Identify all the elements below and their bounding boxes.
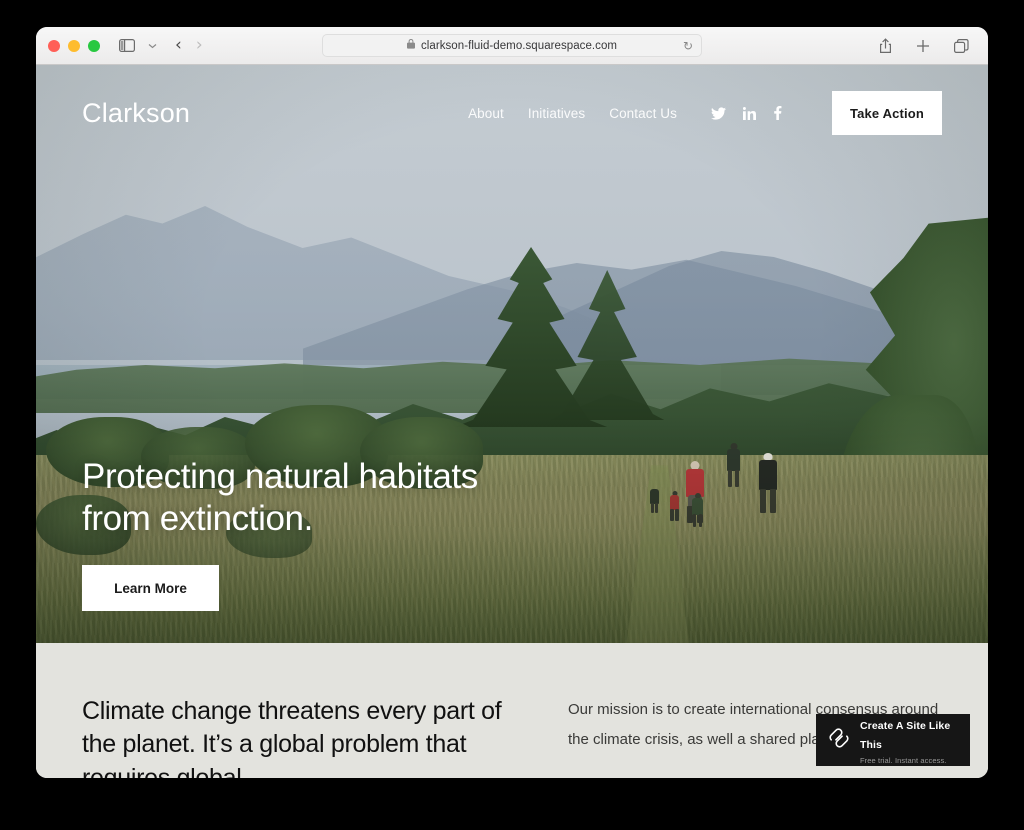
hiker-mid-dark (726, 443, 741, 487)
sidebar-controls (116, 35, 163, 57)
take-action-button[interactable]: Take Action (832, 91, 942, 135)
share-icon[interactable] (874, 35, 896, 57)
browser-window: ‹ › clarkson-fluid-demo.squarespace.com … (36, 27, 988, 778)
site-header: Clarkson About Initiatives Contact Us Ta… (36, 65, 988, 161)
hiker-jacket (670, 495, 679, 510)
page-content: Clarkson About Initiatives Contact Us Ta… (36, 65, 988, 778)
hiker-far-red (669, 491, 680, 521)
nav-item-initiatives[interactable]: Initiatives (528, 106, 585, 121)
hiker-legs (691, 514, 704, 527)
squarespace-banner-subtitle: Free trial. Instant access. (860, 756, 947, 766)
reload-icon[interactable]: ↻ (683, 39, 693, 53)
sidebar-icon[interactable] (116, 35, 138, 57)
hiker-far-green (691, 493, 704, 527)
nav-item-about[interactable]: About (468, 106, 504, 121)
lock-icon (406, 39, 415, 52)
minimize-button[interactable] (68, 39, 80, 52)
url-text: clarkson-fluid-demo.squarespace.com (420, 39, 618, 52)
hiker-legs (669, 509, 680, 521)
hiker-jacket (759, 460, 777, 490)
hero-copy: Protecting natural habitats from extinct… (82, 456, 478, 611)
hiker-jacket (650, 489, 659, 504)
url-bar[interactable]: clarkson-fluid-demo.squarespace.com ↻ (322, 34, 702, 57)
squarespace-logo-icon (827, 726, 851, 755)
facebook-icon[interactable] (773, 106, 782, 120)
hiker-jacket (692, 498, 703, 515)
squarespace-promo-banner[interactable]: Create A Site Like This Free trial. Inst… (816, 714, 970, 766)
hiker-legs (758, 489, 778, 513)
plus-icon[interactable] (912, 35, 934, 57)
hiker-legs (650, 503, 659, 513)
hiker-head (763, 453, 773, 460)
hero-title: Protecting natural habitats from extinct… (82, 457, 478, 538)
social-links (711, 106, 782, 120)
toolbar-right-actions (874, 35, 976, 57)
nav-item-contact-us[interactable]: Contact Us (609, 106, 677, 121)
linkedin-icon[interactable] (743, 106, 756, 120)
hiker-legs (726, 470, 741, 487)
twitter-icon[interactable] (711, 106, 726, 120)
tab-overview-icon[interactable] (950, 35, 972, 57)
close-button[interactable] (48, 39, 60, 52)
navigation-arrows: ‹ › (175, 37, 203, 54)
mission-heading: Climate change threatens every part of t… (82, 697, 502, 778)
hiker-far-distant (650, 489, 659, 513)
site-logo[interactable]: Clarkson (82, 98, 190, 129)
squarespace-banner-title: Create A Site Like This (860, 719, 951, 751)
hiker-foreground-dark (758, 453, 778, 513)
window-controls (48, 39, 100, 52)
chevron-down-icon[interactable] (141, 35, 163, 57)
learn-more-button[interactable]: Learn More (82, 565, 219, 611)
hiker-jacket (727, 449, 740, 471)
hero-section: Clarkson About Initiatives Contact Us Ta… (36, 65, 988, 643)
back-arrow-icon[interactable]: ‹ (175, 37, 182, 54)
forward-arrow-icon[interactable]: › (196, 37, 203, 54)
maximize-button[interactable] (88, 39, 100, 52)
main-navigation: About Initiatives Contact Us Take Action (468, 91, 942, 135)
squarespace-banner-text: Create A Site Like This Free trial. Inst… (860, 715, 959, 765)
browser-toolbar: ‹ › clarkson-fluid-demo.squarespace.com … (36, 27, 988, 65)
